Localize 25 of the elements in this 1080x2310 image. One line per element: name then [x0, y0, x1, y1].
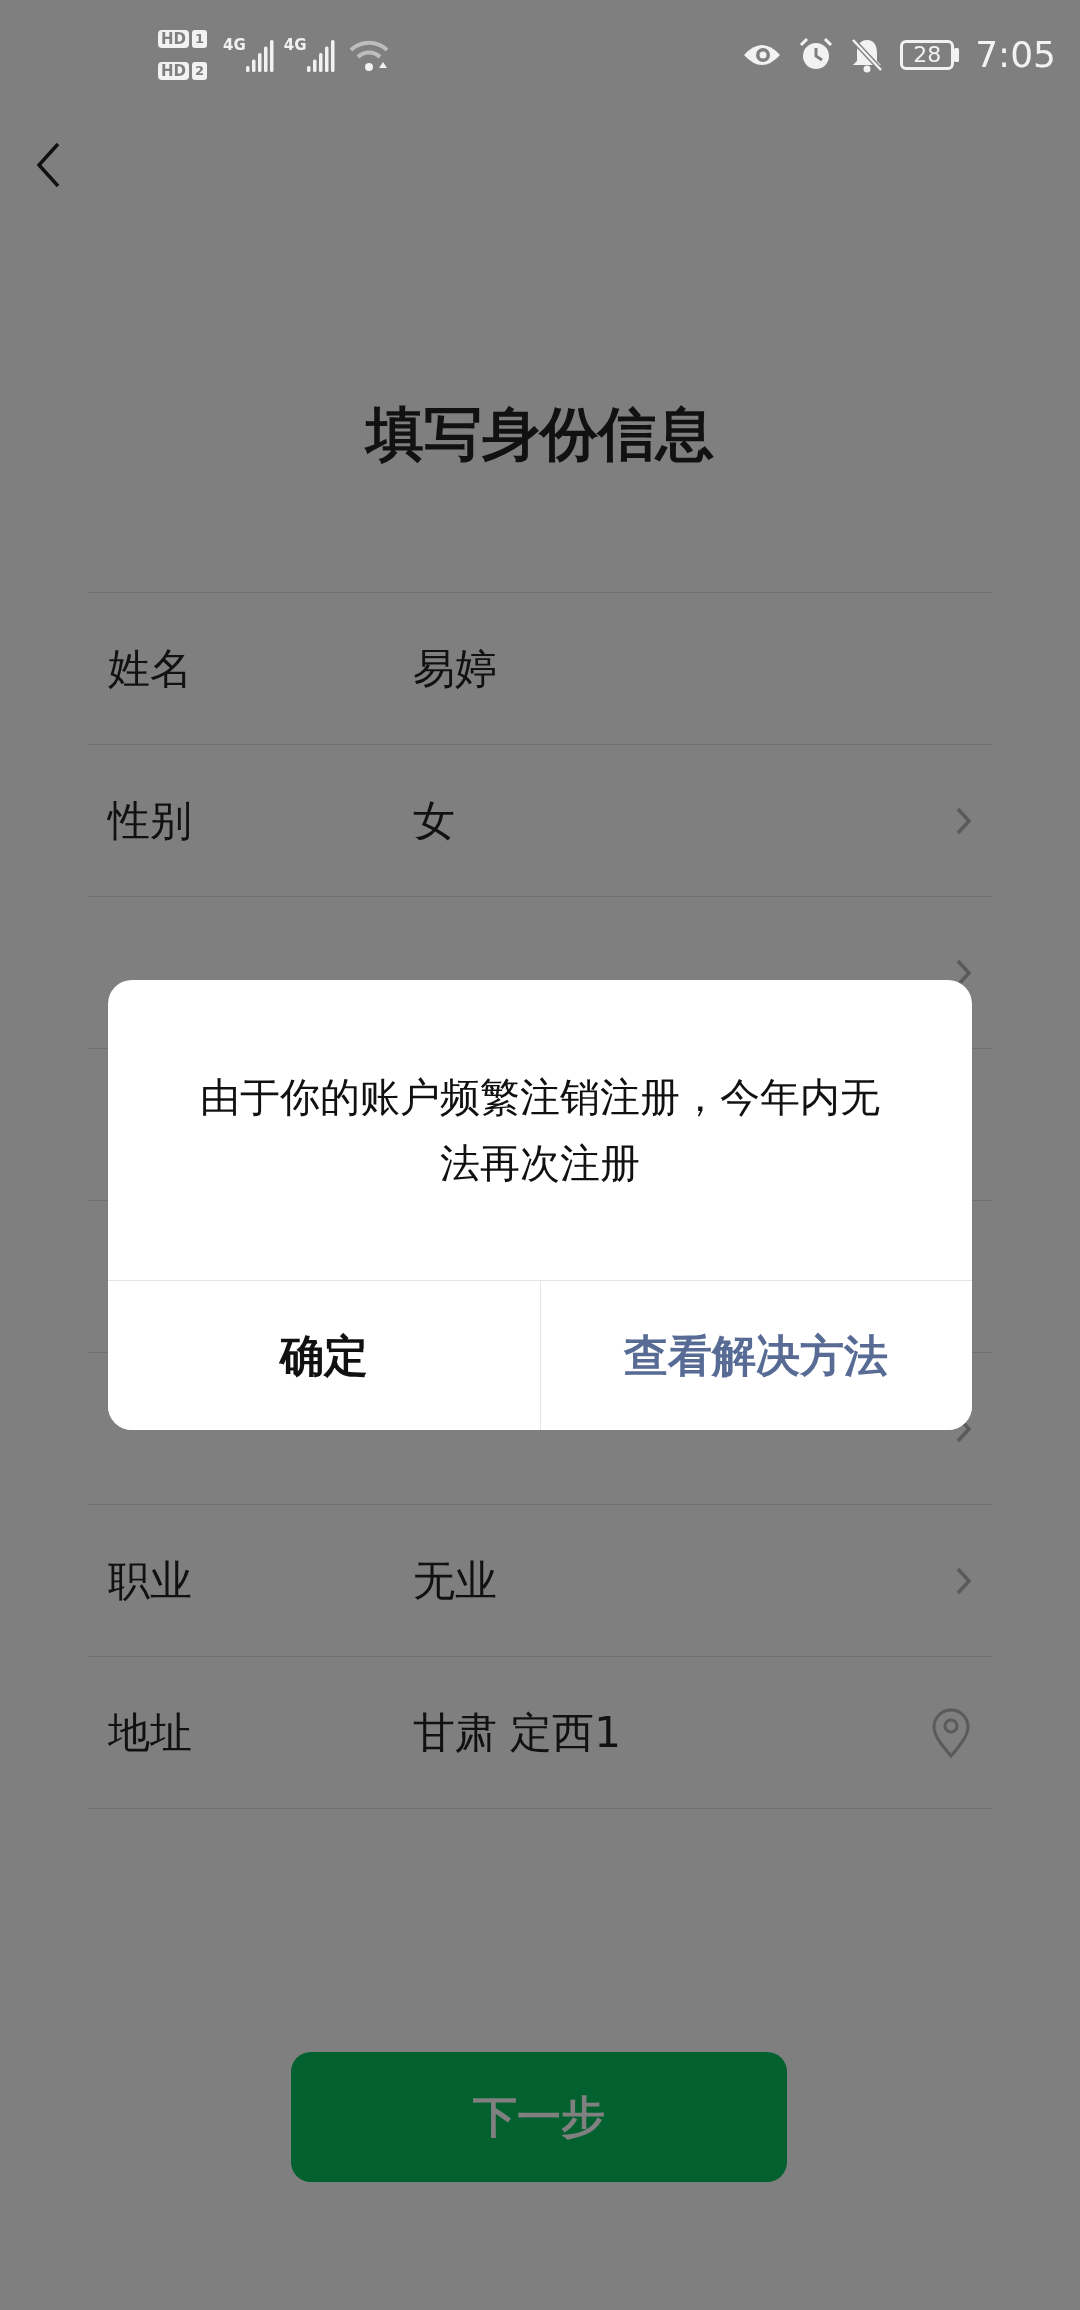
field-value: 女 — [413, 795, 456, 847]
bell-off-icon — [850, 37, 885, 73]
field-label: 地址 — [108, 1707, 193, 1759]
hd-label: HD — [158, 30, 189, 48]
hd-label: HD — [158, 62, 189, 80]
network-type: 4G — [223, 35, 246, 56]
battery-level: 28 — [900, 40, 955, 70]
back-icon[interactable] — [36, 142, 60, 188]
solution-link[interactable]: 查看解决方法 — [539, 1281, 972, 1430]
sim-slot: 2 — [192, 62, 208, 80]
wifi-icon — [348, 38, 391, 72]
sim-slot: 1 — [192, 30, 208, 48]
field-label: 职业 — [108, 1555, 193, 1607]
signal-icon — [306, 38, 337, 72]
battery-tip-icon — [954, 48, 960, 62]
page-title: 填写身份信息 — [363, 405, 715, 463]
dialog-message: 由于你的账户频繁注销注册，今年内无法再次注册 — [199, 1073, 881, 1188]
clock-time: 7:05 — [975, 33, 1056, 77]
field-label: 性别 — [108, 795, 193, 847]
network-type: 4G — [283, 35, 307, 56]
field-value: 易婷 — [413, 643, 498, 695]
field-label: 姓名 — [108, 643, 193, 695]
signal-icon — [245, 38, 276, 72]
field-value: 无业 — [413, 1555, 498, 1607]
field-value: 甘肃 定西1 — [413, 1707, 623, 1759]
